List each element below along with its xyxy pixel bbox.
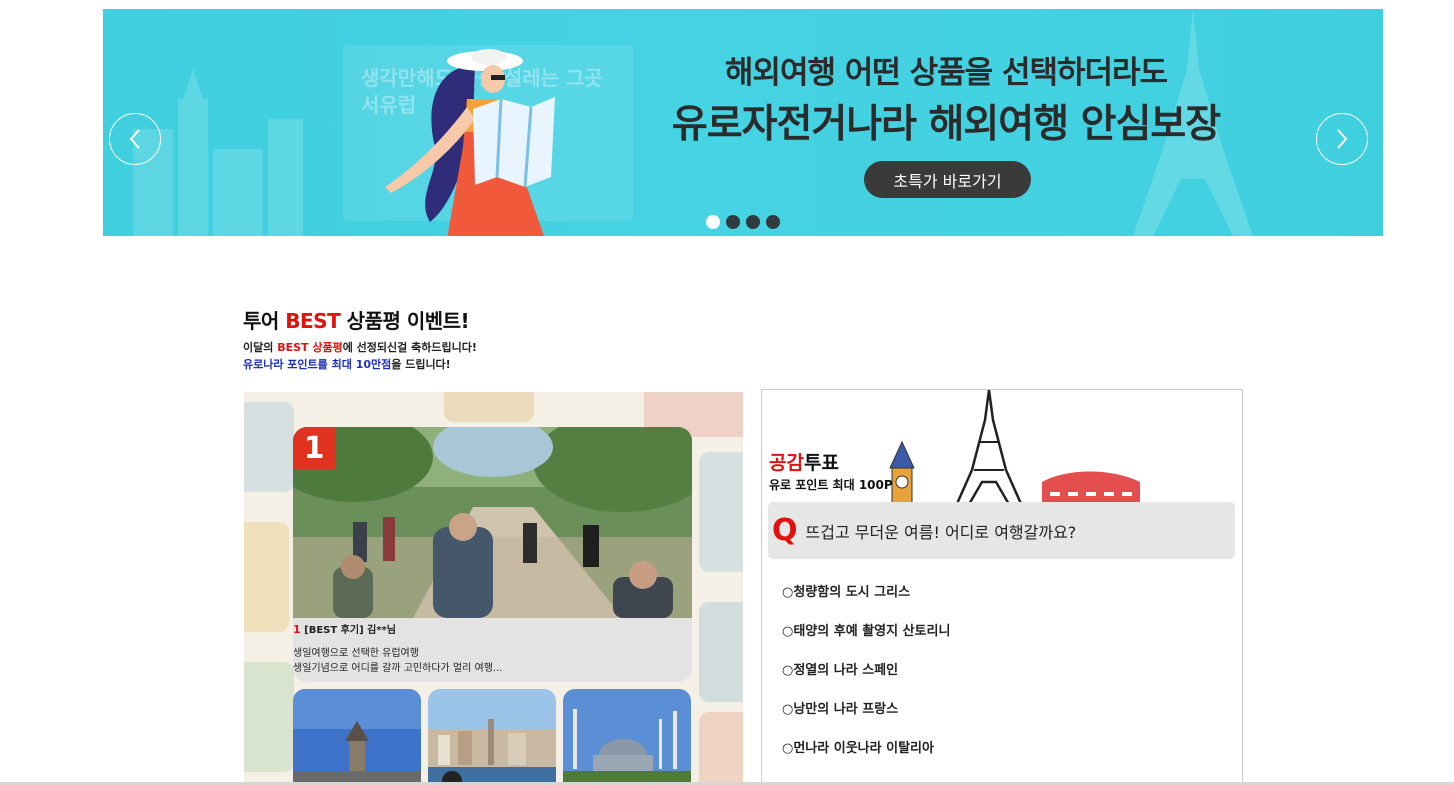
promo-banner: 생각만해도 가슴 설레는 그곳 서유럽 해외여행 어떤 상품을 선택하더라도 유…: [103, 9, 1383, 236]
istanbul-waterfront-photo: [428, 689, 556, 785]
galata-tower-photo: [293, 689, 421, 785]
banner-pagination: [706, 215, 780, 229]
vote-question: Q 뜨겁고 무더운 여름! 어디로 여행갈까요?: [768, 502, 1235, 559]
banner-prev-button[interactable]: [109, 113, 161, 165]
banner-dot-3[interactable]: [746, 215, 760, 229]
vote-option-greece[interactable]: ○청량함의 도시 그리스: [782, 581, 910, 600]
banner-headline-1: 해외여행 어떤 상품을 선택하더라도: [724, 55, 1168, 91]
chevron-right-icon: [1337, 129, 1348, 149]
travel-stamp-decoration: [699, 712, 743, 785]
event-subtitle: 이달의 BEST 상품평에 선정되신걸 축하드립니다! 유로나라 포인트를 최대…: [243, 341, 477, 371]
city-silhouette-decoration: [133, 69, 303, 236]
vote-title: 공감투표: [769, 452, 839, 474]
chevron-left-icon: [129, 129, 140, 149]
empathy-vote-panel: 공감투표 유로 포인트 최대 100P Q 뜨겁고 무더운 여름! 어디로 여행…: [761, 389, 1243, 785]
traveler-woman-illustration: [385, 49, 555, 236]
vote-option-italy[interactable]: ○먼나라 이웃나라 이탈리아: [782, 737, 934, 756]
banner-next-button[interactable]: [1316, 113, 1368, 165]
vote-option-france[interactable]: ○낭만의 나라 프랑스: [782, 698, 898, 717]
review-meta: 1 [BEST 후기] 김**님: [293, 623, 396, 636]
banner-dot-1[interactable]: [706, 215, 720, 229]
travel-stamp-decoration: [244, 522, 289, 632]
review-thumbnail-1[interactable]: [293, 689, 421, 785]
travel-stamp-decoration: [244, 402, 294, 492]
deal-shortcut-button[interactable]: 초특가 바로가기: [864, 161, 1031, 198]
banner-dot-4[interactable]: [766, 215, 780, 229]
banner-dot-2[interactable]: [726, 215, 740, 229]
vote-option-spain[interactable]: ○정열의 나라 스페인: [782, 659, 898, 678]
question-mark-label: Q: [772, 513, 798, 548]
best-review-panel: 1 1 [BEST 후기] 김**님 생일여행으로 선택한 유럽여행 생일기념으…: [244, 392, 743, 785]
review-thumbnail-2[interactable]: [428, 689, 556, 785]
question-text: 뜨겁고 무더운 여름! 어디로 여행갈까요?: [805, 522, 1077, 542]
blue-mosque-photo: [563, 689, 691, 785]
travel-stamp-decoration: [244, 662, 294, 772]
event-title: 투어 BEST 상품평 이벤트!: [243, 309, 470, 333]
vote-option-santorini[interactable]: ○태양의 후예 촬영지 산토리니: [782, 620, 950, 639]
review-thumbnail-3[interactable]: [563, 689, 691, 785]
best-review-card[interactable]: 1 1 [BEST 후기] 김**님 생일여행으로 선택한 유럽여행 생일기념으…: [293, 427, 692, 682]
rank-badge: 1: [293, 427, 335, 469]
banner-headline-2: 유로자전거나라 해외여행 안심보장: [671, 102, 1221, 147]
travel-stamp-decoration: [699, 452, 743, 572]
travel-stamp-decoration: [444, 392, 534, 422]
travel-stamp-decoration: [699, 602, 743, 702]
vote-subtitle: 유로 포인트 최대 100P: [769, 478, 893, 492]
review-photo: [293, 427, 692, 618]
review-excerpt: 생일여행으로 선택한 유럽여행 생일기념으로 어디를 갈까 고민하다가 멀리 여…: [293, 648, 503, 674]
